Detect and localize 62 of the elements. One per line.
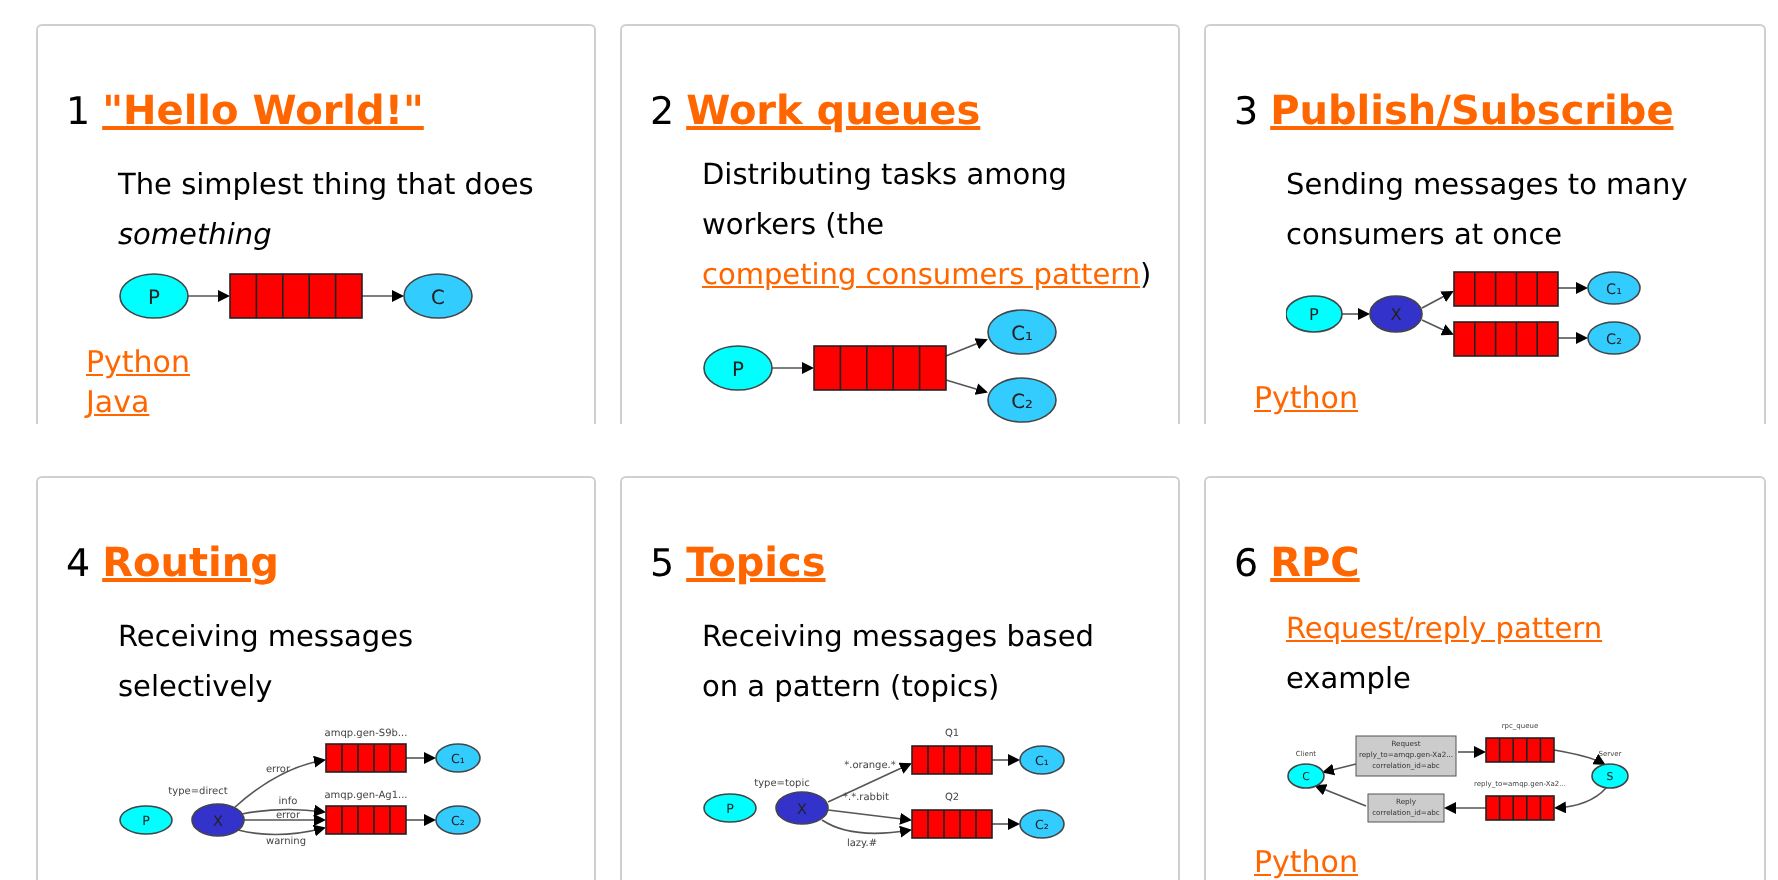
arrow (187, 290, 230, 302)
arrow (361, 290, 404, 302)
arrow (945, 338, 988, 357)
arrow (827, 762, 912, 803)
tutorial-title-link[interactable]: Work queues (686, 86, 981, 134)
queue-drawing (911, 809, 993, 839)
tutorial-title-link[interactable]: "Hello World!" (102, 86, 424, 134)
pattern-link[interactable]: competing consumers pattern (702, 260, 1141, 292)
arrow (1314, 784, 1367, 807)
tutorial-title-link[interactable]: Topics (686, 538, 826, 586)
language-link[interactable]: Java (86, 384, 150, 420)
arrow (991, 818, 1020, 830)
exchange-node: X (1369, 295, 1423, 333)
arrow (821, 819, 912, 838)
queue-drawing (325, 805, 407, 835)
language-link[interactable]: Python (86, 344, 190, 380)
arrow (405, 814, 436, 826)
language-link[interactable]: Python (1254, 380, 1358, 416)
tutorial-description: Receiving messages based on a pattern (topics) (702, 620, 1096, 708)
arrow (1341, 308, 1370, 320)
queue-drawing (229, 273, 363, 319)
producer-node: P (119, 273, 189, 319)
tutorial-title-link[interactable]: RPC (1270, 538, 1360, 586)
tutorial-number: 2 (650, 90, 675, 134)
arrow (945, 379, 988, 395)
arrow (771, 362, 814, 374)
queue-drawing (325, 743, 407, 773)
pattern-link[interactable]: Request/reply pattern (1286, 614, 1603, 646)
queue-drawing (1453, 321, 1559, 357)
queue-drawing (911, 745, 993, 775)
tutorial-number: 1 (66, 90, 91, 134)
arrow (991, 754, 1020, 766)
arrow (1457, 746, 1486, 758)
tutorial-number: 3 (1234, 90, 1259, 134)
tutorial-description: Receiving messages selectively (118, 620, 416, 708)
consumer-node: C₁ (987, 309, 1057, 355)
arrow (1557, 282, 1588, 294)
tutorial-number: 5 (650, 542, 675, 586)
queue-drawing (1485, 795, 1555, 821)
queue-drawing (813, 345, 947, 391)
tutorial-description: Distributing tasks among workers (the competing consumers pattern) (702, 158, 1152, 296)
arrow (405, 752, 436, 764)
arrow (1444, 802, 1487, 814)
producer-node: P (703, 345, 773, 391)
producer-node: P (1286, 295, 1343, 333)
arrow (1421, 291, 1454, 309)
queue-drawing (1485, 737, 1555, 763)
tutorial-description: The simplest thing that does something (118, 168, 536, 256)
tutorial-description: Sending messages to many consumers at once (1286, 168, 1690, 256)
consumer-node: C (403, 273, 473, 319)
arrow (1554, 787, 1607, 814)
arrow (1322, 763, 1357, 776)
consumer-node: C₂ (987, 377, 1057, 423)
tutorial-title-link[interactable]: Routing (102, 538, 279, 586)
language-link[interactable]: Python (1254, 844, 1358, 880)
queue-drawing (1453, 271, 1559, 307)
tutorial-number: 6 (1234, 542, 1259, 586)
tutorial-title-link[interactable]: Publish/Subscribe (1270, 86, 1674, 134)
arrow (1557, 332, 1588, 344)
tutorial-number: 4 (66, 542, 91, 586)
arrow (1421, 319, 1454, 336)
tutorial-description: Request/reply pattern example (1286, 612, 1605, 700)
